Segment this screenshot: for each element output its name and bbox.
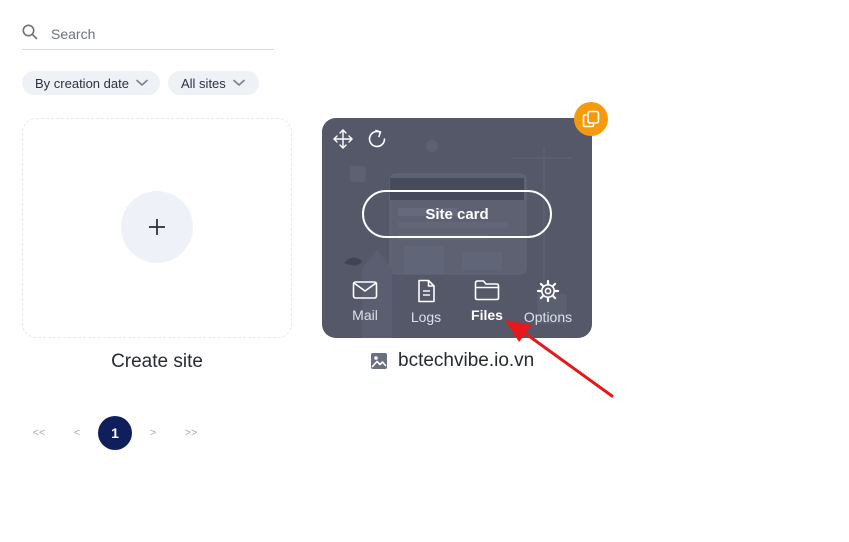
search-input[interactable] [49,22,273,46]
mail-icon [352,281,378,299]
pagination-first[interactable]: << [29,416,49,450]
logs-action[interactable]: Logs [396,279,456,325]
search-icon [22,24,38,40]
folder-icon [474,280,500,301]
mail-label: Mail [352,307,378,323]
create-site-label: Create site [111,351,203,372]
copy-site-button[interactable] [574,102,608,136]
chevron-down-icon [136,79,148,86]
plus-icon [149,219,165,235]
create-site-button[interactable] [121,191,193,263]
logs-label: Logs [410,309,442,325]
chevron-down-icon [232,79,245,86]
refresh-icon[interactable] [365,127,389,151]
copy-icon [582,110,600,128]
document-icon [418,279,435,303]
gear-icon [536,279,560,303]
sort-dropdown-label: By creation date [35,75,129,91]
options-action[interactable]: Options [518,279,578,325]
site-card-button[interactable]: Site card [362,190,552,238]
image-icon [371,353,387,369]
pagination-next[interactable]: > [145,416,161,450]
pagination: << < 1 > >> [0,416,849,450]
create-site-card[interactable] [22,118,292,338]
site-name-row: bctechvibe.io.vn [370,350,534,372]
files-action[interactable]: Files [457,279,517,323]
move-icon[interactable] [332,128,354,150]
search-bar[interactable] [22,18,274,50]
pagination-last[interactable]: >> [181,416,201,450]
site-card-button-label: Site card [425,205,489,223]
site-name[interactable]: bctechvibe.io.vn [398,350,534,372]
files-label: Files [471,307,503,323]
site-card[interactable]: Site card Mail Logs Files Options [322,118,592,338]
mail-action[interactable]: Mail [335,279,395,323]
pagination-prev[interactable]: < [69,416,85,450]
sort-by-creation-date-dropdown[interactable]: By creation date [22,71,160,95]
options-label: Options [523,309,573,325]
sites-filter-dropdown[interactable]: All sites [168,71,259,95]
sites-filter-label: All sites [181,75,226,91]
pagination-current-page[interactable]: 1 [98,416,132,450]
